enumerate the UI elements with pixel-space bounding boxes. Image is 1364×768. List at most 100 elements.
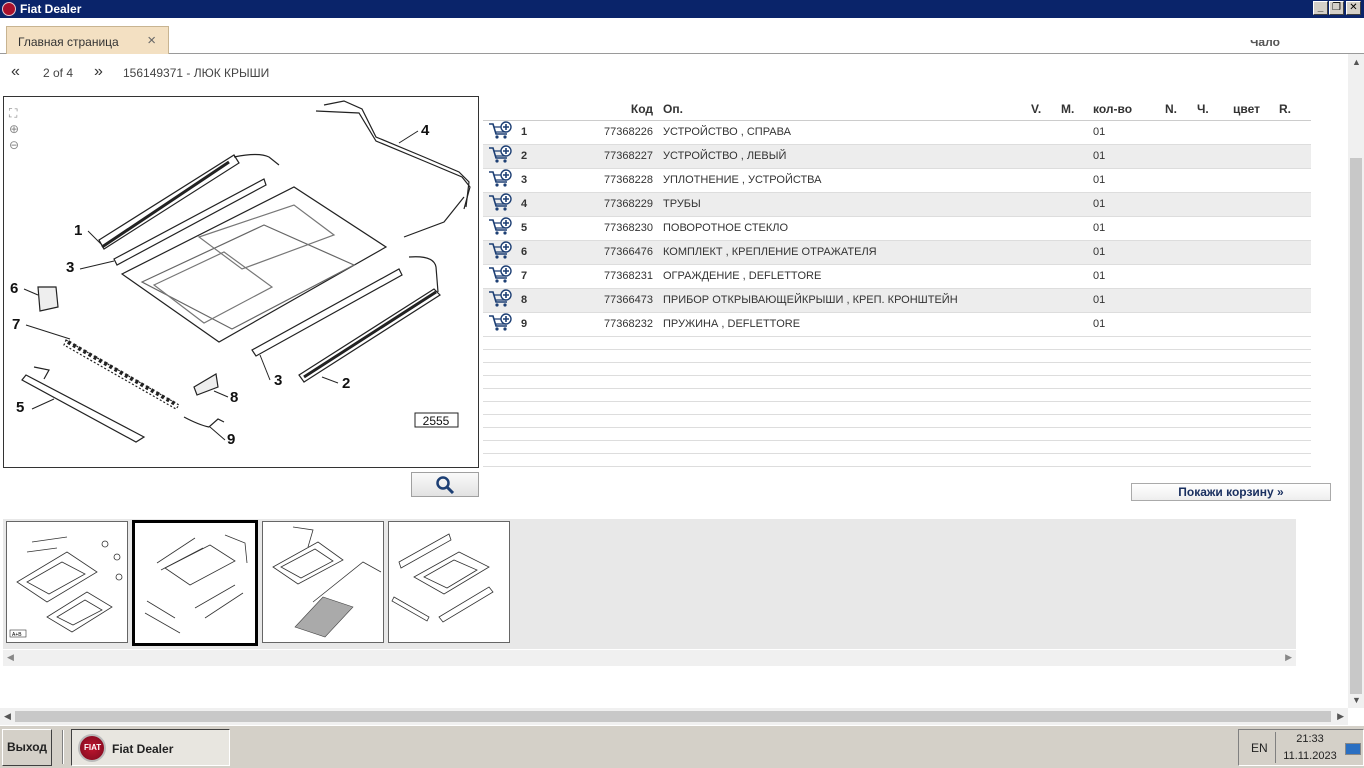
col-r[interactable]: R. xyxy=(1275,98,1311,121)
table-row[interactable]: 1 77368226 УСТРОЙСТВО , СПРАВА 01 xyxy=(483,120,1311,145)
part-description: ПРИБОР ОТКРЫВАЮЩЕЙКРЫШИ , КРЕП. КРОНШТЕЙ… xyxy=(659,288,1027,313)
exit-button[interactable]: Выход xyxy=(2,729,52,766)
col-desc[interactable]: Оп. xyxy=(659,98,1027,121)
vertical-scrollbar[interactable]: ▲ ▼ xyxy=(1348,54,1364,708)
thumbnail-drawing xyxy=(272,526,382,638)
add-to-cart-button[interactable] xyxy=(483,120,517,145)
window-title: Fiat Dealer xyxy=(20,2,82,16)
row-number: 6 xyxy=(517,240,577,265)
table-row[interactable]: 6 77366476 КОМПЛЕКТ , КРЕПЛЕНИЕ ОТРАЖАТЕЛЯ… xyxy=(483,240,1311,265)
add-to-cart-icon xyxy=(489,264,512,283)
add-to-cart-button[interactable] xyxy=(483,240,517,265)
title-bar: Fiat Dealer _ ❐ ✕ xyxy=(0,0,1364,18)
callout-3a: 3 xyxy=(66,259,74,276)
clock-time: 21:33 xyxy=(1296,733,1324,745)
clipped-header-label: Чало xyxy=(1250,40,1280,49)
thumbnail-scrollbar[interactable]: ◀ ▶ xyxy=(3,650,1296,666)
thumbnail-label: A+B xyxy=(12,632,22,638)
empty-row xyxy=(483,388,1311,402)
add-to-cart-button[interactable] xyxy=(483,312,517,337)
table-row[interactable]: 2 77368227 УСТРОЙСТВО , ЛЕВЫЙ 01 xyxy=(483,144,1311,169)
add-to-cart-button[interactable] xyxy=(483,168,517,193)
table-row[interactable]: 5 77368230 ПОВОРОТНОЕ СТЕКЛО 01 xyxy=(483,216,1311,241)
horizontal-scroll-thumb[interactable] xyxy=(15,711,1331,722)
part-code: 77368230 xyxy=(577,216,659,241)
horizontal-scrollbar[interactable]: ◀ ▶ xyxy=(0,708,1348,725)
thumbnail-drawing xyxy=(144,534,248,634)
diagram-drawing: 1 2 3 3 4 5 6 7 8 9 2555 xyxy=(10,100,471,448)
part-quantity: 01 xyxy=(1089,192,1161,217)
empty-row xyxy=(483,414,1311,428)
show-desktop-icon[interactable] xyxy=(1345,743,1361,755)
tab-home[interactable]: Главная страница × xyxy=(6,26,169,54)
thumbnail-3[interactable] xyxy=(262,521,384,643)
part-code: 77366473 xyxy=(577,288,659,313)
scroll-right-icon[interactable]: ▶ xyxy=(1337,711,1344,722)
taskbar-app-button[interactable]: FIAT Fiat Dealer xyxy=(71,729,230,766)
row-number: 8 xyxy=(517,288,577,313)
table-row[interactable]: 8 77366473 ПРИБОР ОТКРЫВАЮЩЕЙКРЫШИ , КРЕП.… xyxy=(483,288,1311,313)
thumbnail-strip: A+B xyxy=(3,519,1296,649)
scroll-left-icon[interactable]: ◀ xyxy=(7,652,14,663)
add-to-cart-button[interactable] xyxy=(483,216,517,241)
thumbnail-4[interactable] xyxy=(388,521,510,643)
col-code[interactable]: Код xyxy=(577,98,659,121)
part-description: УСТРОЙСТВО , СПРАВА xyxy=(659,120,1027,145)
clock-date: 11.11.2023 xyxy=(1283,750,1337,762)
language-indicator[interactable]: EN xyxy=(1251,741,1268,755)
restore-button[interactable]: ❐ xyxy=(1329,1,1344,15)
tab-home-label: Главная страница xyxy=(18,35,119,49)
fiat-logo-icon xyxy=(2,2,16,16)
empty-row xyxy=(483,440,1311,454)
part-quantity: 01 xyxy=(1089,168,1161,193)
part-quantity: 01 xyxy=(1089,144,1161,169)
close-tab-icon[interactable]: × xyxy=(147,32,156,49)
part-code: 77366476 xyxy=(577,240,659,265)
page-indicator: 2 of 4 xyxy=(43,66,74,80)
add-to-cart-button[interactable] xyxy=(483,144,517,169)
row-number: 2 xyxy=(517,144,577,169)
part-description: УСТРОЙСТВО , ЛЕВЫЙ xyxy=(659,144,1027,169)
col-ch[interactable]: Ч. xyxy=(1193,98,1229,121)
col-color[interactable]: цвет xyxy=(1229,98,1275,121)
part-description: ОГРАЖДЕНИЕ , DEFLETTORE xyxy=(659,264,1027,289)
thumbnail-1[interactable]: A+B xyxy=(6,521,128,643)
exploded-parts-diagram[interactable]: ⛶ ⊕ ⊖ 1 2 3 3 4 5 6 7 8 9 2555 xyxy=(3,96,479,468)
col-n[interactable]: N. xyxy=(1161,98,1193,121)
col-m[interactable]: M. xyxy=(1057,98,1089,121)
minimize-button[interactable]: _ xyxy=(1313,1,1328,15)
zoom-button[interactable] xyxy=(411,472,479,497)
scroll-up-icon[interactable]: ▲ xyxy=(1352,57,1361,67)
scroll-right-icon[interactable]: ▶ xyxy=(1285,652,1292,663)
add-to-cart-button[interactable] xyxy=(483,288,517,313)
vertical-scroll-thumb[interactable] xyxy=(1350,158,1362,694)
parts-table: Код Оп. V. M. кол-во N. Ч. цвет R. 1 7736… xyxy=(483,98,1311,467)
close-window-button[interactable]: ✕ xyxy=(1346,1,1361,15)
thumbnail-2-selected[interactable] xyxy=(132,520,258,646)
scroll-left-icon[interactable]: ◀ xyxy=(4,711,11,722)
col-qty[interactable]: кол-во xyxy=(1089,98,1161,121)
part-code: 77368227 xyxy=(577,144,659,169)
row-number: 4 xyxy=(517,192,577,217)
next-page-button[interactable]: » xyxy=(94,63,103,81)
part-quantity: 01 xyxy=(1089,264,1161,289)
row-number: 7 xyxy=(517,264,577,289)
table-row[interactable]: 4 77368229 ТРУБЫ 01 xyxy=(483,192,1311,217)
thumbnail-drawing xyxy=(391,533,494,623)
table-row[interactable]: 3 77368228 УПЛОТНЕНИЕ , УСТРОЙСТВА 01 xyxy=(483,168,1311,193)
callout-4: 4 xyxy=(421,122,430,139)
magnifier-icon xyxy=(436,476,455,494)
first-page-button[interactable]: « xyxy=(11,63,20,81)
show-basket-button[interactable]: Покажи корзину » xyxy=(1131,483,1331,501)
add-to-cart-button[interactable] xyxy=(483,192,517,217)
scroll-down-icon[interactable]: ▼ xyxy=(1352,695,1361,705)
thumbnail-drawing: A+B xyxy=(9,536,123,638)
empty-row xyxy=(483,375,1311,389)
table-row[interactable]: 7 77368231 ОГРАЖДЕНИЕ , DEFLETTORE 01 xyxy=(483,264,1311,289)
table-row[interactable]: 9 77368232 ПРУЖИНА , DEFLETTORE 01 xyxy=(483,312,1311,337)
col-v[interactable]: V. xyxy=(1027,98,1057,121)
part-code: 77368232 xyxy=(577,312,659,337)
empty-row xyxy=(483,453,1311,467)
add-to-cart-button[interactable] xyxy=(483,264,517,289)
callout-9: 9 xyxy=(227,431,235,448)
